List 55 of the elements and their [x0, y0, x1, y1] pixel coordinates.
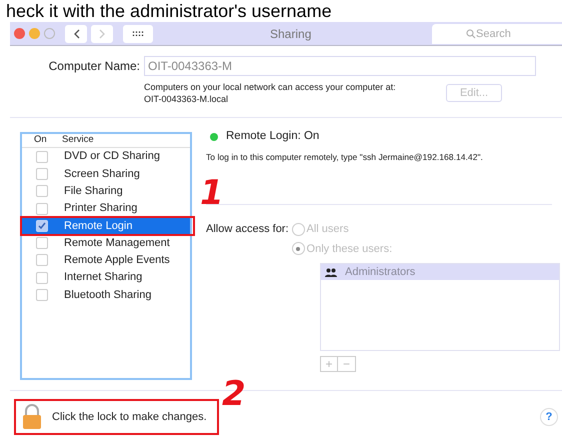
- window-title: Sharing: [270, 26, 312, 42]
- service-name: Remote Management: [64, 236, 170, 251]
- service-name: Screen Sharing: [64, 166, 140, 182]
- checkbox[interactable]: [36, 289, 48, 302]
- service-row[interactable]: Remote Management: [22, 234, 190, 252]
- service-row[interactable]: File Sharing: [22, 182, 190, 200]
- users-icon: [325, 268, 337, 277]
- check-icon: [38, 222, 46, 230]
- caption-text: heck it with the administrator's username: [5, 0, 333, 22]
- checkbox[interactable]: [36, 185, 48, 198]
- service-name: Bluetooth Sharing: [64, 288, 152, 303]
- checkbox[interactable]: [36, 202, 48, 215]
- column-header: Service: [62, 133, 94, 148]
- service-name: DVD or CD Sharing: [64, 149, 160, 164]
- service-row[interactable]: Remote Apple Events: [22, 252, 190, 270]
- checkbox[interactable]: [36, 272, 48, 284]
- chevron-left-icon: [72, 28, 80, 38]
- radio-button[interactable]: [292, 222, 305, 236]
- grid-button[interactable]: ::::: [123, 24, 153, 42]
- ssh-instruction-text: To log in to this computer remotely, type "ssh Jermaine@192.168.14.42".: [206, 151, 484, 164]
- lock-message: Click the lock to make changes.: [52, 410, 207, 425]
- checkbox[interactable]: [36, 150, 48, 163]
- back-button[interactable]: [65, 24, 87, 42]
- lock-icon[interactable]: [22, 404, 42, 430]
- service-row[interactable]: Internet Sharing: [22, 269, 190, 286]
- close-icon[interactable]: [14, 28, 25, 39]
- service-row[interactable]: Printer Sharing: [22, 200, 190, 218]
- service-row[interactable]: DVD or CD Sharing: [22, 148, 190, 166]
- service-name: Remote Apple Events: [64, 253, 170, 268]
- checkbox[interactable]: [36, 168, 48, 180]
- local-address-text: OIT-0043363-M.local: [144, 93, 230, 105]
- service-name: Internet Sharing: [64, 270, 142, 286]
- service-name: Printer Sharing: [64, 201, 138, 216]
- checkbox[interactable]: [36, 237, 48, 250]
- service-row[interactable]: Screen Sharing: [22, 165, 190, 183]
- computer-name-label: Computer Name:: [48, 58, 140, 75]
- zoom-icon[interactable]: [44, 28, 55, 39]
- computer-name-field[interactable]: OIT-0043363-M: [144, 56, 536, 76]
- chevron-right-icon: [98, 28, 106, 38]
- status-text: Remote Login: On: [226, 129, 320, 144]
- radio-button[interactable]: [292, 242, 305, 256]
- help-button[interactable]: ?: [540, 408, 558, 426]
- annotation-number: 1: [200, 176, 224, 210]
- checkbox[interactable]: [36, 220, 48, 232]
- search-icon: [466, 29, 476, 39]
- service-name: File Sharing: [64, 184, 123, 199]
- service-row[interactable]: Bluetooth Sharing: [22, 286, 190, 304]
- minimize-icon[interactable]: [29, 28, 40, 39]
- annotation-number: 2: [222, 377, 246, 411]
- access-label: Allow access for:: [206, 222, 289, 238]
- service-name: Remote Login: [64, 218, 132, 234]
- search-field[interactable]: Search: [432, 24, 562, 44]
- checkbox[interactable]: [36, 254, 48, 266]
- network-info-text: Computers on your local network can access your computer at:: [144, 81, 397, 93]
- column-header: On: [34, 133, 48, 148]
